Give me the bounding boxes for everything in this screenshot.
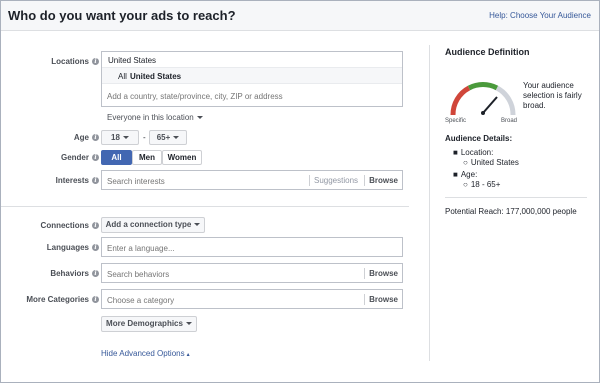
- detail-location: ■ Location:: [453, 148, 493, 157]
- info-icon[interactable]: i: [92, 296, 99, 304]
- locations-label: Locations i: [11, 57, 99, 66]
- age-dash: -: [143, 133, 146, 142]
- gauge-needle: [482, 96, 498, 114]
- chevron-down-icon: [173, 136, 180, 140]
- gauge-description: Your audience selection is fairly broad.: [523, 81, 582, 110]
- sidebar-divider: [429, 45, 430, 361]
- gauge-red-arc: [450, 85, 471, 116]
- gauge-specific-label: Specific: [445, 118, 467, 124]
- age-min-value: 18: [111, 133, 120, 142]
- detail-age-label: Age:: [460, 170, 478, 179]
- audience-details-title: Audience Details:: [445, 134, 513, 143]
- location-scope-row: All United States: [102, 67, 402, 84]
- connections-label: Connections i: [11, 221, 99, 230]
- interests-box: Suggestions Browse: [101, 170, 403, 190]
- help-link[interactable]: Help: Choose Your Audience: [489, 11, 591, 20]
- info-icon[interactable]: i: [92, 222, 99, 230]
- gender-women-button[interactable]: Women: [162, 150, 202, 165]
- sidebar-section-divider: [445, 197, 587, 198]
- category-input[interactable]: [107, 294, 357, 306]
- interests-label: Interests i: [11, 176, 99, 185]
- hide-advanced-label: Hide Advanced Options: [101, 349, 185, 358]
- age-max-select[interactable]: 65+: [149, 130, 187, 145]
- gauge-broad-label: Broad: [501, 118, 518, 124]
- detail-location-value: ○ United States: [463, 158, 519, 167]
- circle-bullet-icon: ○: [463, 180, 468, 189]
- more-demographics-label: More Demographics: [106, 319, 183, 328]
- behaviors-browse-button[interactable]: Browse: [369, 269, 398, 278]
- behaviors-label: Behaviors i: [11, 269, 99, 278]
- hide-advanced-options-link[interactable]: Hide Advanced Options ▴: [101, 349, 190, 358]
- gauge-green-arc: [467, 82, 499, 91]
- gender-label: Gender i: [11, 153, 99, 162]
- age-min-select[interactable]: 18: [101, 130, 139, 145]
- gauge-pivot: [481, 111, 485, 115]
- behaviors-search-input[interactable]: [107, 268, 357, 280]
- interests-search-input[interactable]: [107, 175, 297, 187]
- more-demographics-button[interactable]: More Demographics: [101, 316, 197, 332]
- interests-browse-button[interactable]: Browse: [369, 176, 398, 185]
- behaviors-box: Browse: [101, 263, 403, 283]
- info-icon[interactable]: i: [92, 270, 99, 278]
- info-icon[interactable]: i: [92, 58, 99, 66]
- chevron-down-icon: [196, 116, 203, 120]
- detail-age-value: ○ 18 - 65+: [463, 180, 500, 189]
- divider: [364, 175, 365, 186]
- divider: [364, 268, 365, 279]
- chevron-down-icon: [185, 322, 192, 326]
- location-scope-value: United States: [130, 72, 182, 81]
- page-title: Who do you want your ads to reach?: [8, 8, 236, 23]
- add-connection-type-button[interactable]: Add a connection type: [101, 217, 205, 233]
- detail-location-value-text: United States: [470, 158, 519, 167]
- add-connection-type-label: Add a connection type: [105, 220, 192, 229]
- location-scope-prefix: All: [118, 72, 127, 81]
- gauge-grey-arc: [495, 85, 516, 116]
- audience-panel: Who do you want your ads to reach? Help:…: [0, 0, 600, 383]
- info-icon[interactable]: i: [92, 154, 99, 162]
- bullet-icon: ■: [453, 170, 458, 179]
- chevron-down-icon: [122, 136, 129, 140]
- bullet-icon: ■: [453, 148, 458, 157]
- location-country: United States: [108, 56, 157, 65]
- chevron-down-icon: [194, 223, 201, 227]
- detail-location-label: Location:: [460, 148, 494, 157]
- suggestions-button[interactable]: Suggestions: [314, 176, 358, 185]
- gender-men-button[interactable]: Men: [132, 150, 162, 165]
- audience-definition-sidebar: Audience Definition: [445, 47, 595, 57]
- more-categories-browse-button[interactable]: Browse: [369, 295, 398, 304]
- location-search-input[interactable]: [107, 90, 397, 102]
- info-icon[interactable]: i: [92, 244, 99, 252]
- audience-gauge: [450, 82, 516, 116]
- more-categories-label: More Categories i: [11, 295, 99, 304]
- detail-age: ■ Age:: [453, 170, 477, 179]
- age-label: Age i: [11, 133, 99, 142]
- circle-bullet-icon: ○: [463, 158, 468, 167]
- chevron-up-icon: ▴: [186, 352, 190, 358]
- divider: [364, 294, 365, 305]
- language-input[interactable]: [107, 242, 397, 254]
- detail-age-value-text: 18 - 65+: [470, 180, 501, 189]
- info-icon[interactable]: i: [92, 177, 99, 185]
- sidebar-title: Audience Definition: [445, 47, 530, 57]
- more-categories-box: Browse: [101, 289, 403, 309]
- languages-box: [101, 237, 403, 257]
- potential-reach: Potential Reach: 177,000,000 people: [445, 207, 577, 216]
- info-icon[interactable]: i: [92, 134, 99, 142]
- gender-all-button[interactable]: All: [101, 150, 132, 165]
- location-filter-label: Everyone in this location: [107, 113, 194, 122]
- location-filter-dropdown[interactable]: Everyone in this location: [107, 113, 203, 122]
- languages-label: Languages i: [11, 243, 99, 252]
- page-header: Who do you want your ads to reach? Help:…: [1, 1, 599, 31]
- age-max-value: 65+: [156, 133, 171, 142]
- locations-box: United States All United States: [101, 51, 403, 107]
- divider: [309, 175, 310, 186]
- section-divider: [1, 206, 409, 207]
